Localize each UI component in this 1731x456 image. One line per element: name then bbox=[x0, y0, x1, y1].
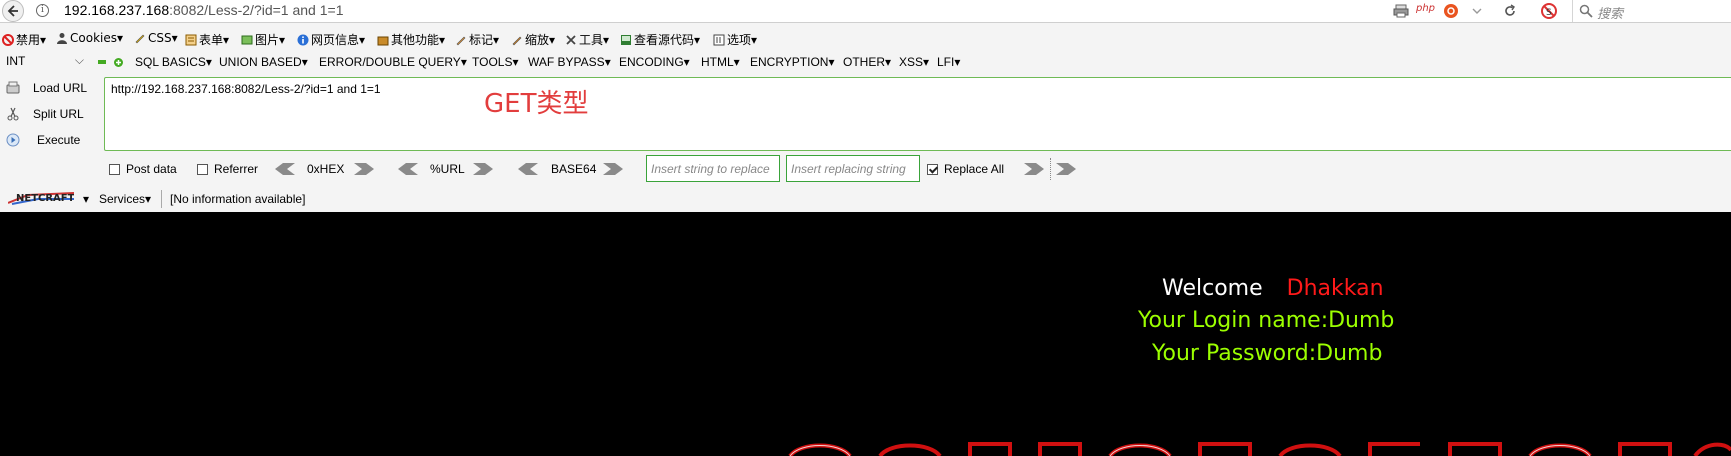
arrow-left-icon[interactable] bbox=[396, 162, 420, 176]
split-url-button[interactable]: Split URL bbox=[0, 104, 96, 124]
scissors-icon bbox=[7, 107, 19, 121]
toolbox-icon bbox=[377, 36, 389, 46]
menu-css[interactable]: CSS▾ bbox=[134, 31, 178, 47]
menu-outline[interactable]: 标记▾ bbox=[455, 31, 499, 47]
welcome-name: Dhakkan bbox=[1286, 276, 1384, 301]
post-data-checkbox[interactable]: Post data bbox=[109, 162, 177, 176]
hackbar-error-double-query[interactable]: ERROR/DOUBLE QUERY▾ bbox=[319, 55, 467, 69]
arrow-right-icon[interactable] bbox=[1022, 162, 1046, 176]
pencil-icon bbox=[512, 36, 522, 46]
hackbar-tools[interactable]: TOOLS▾ bbox=[472, 55, 519, 69]
user-icon bbox=[57, 33, 67, 44]
ubuntu-icon[interactable] bbox=[1443, 3, 1459, 19]
hackbar-xss[interactable]: XSS▾ bbox=[899, 55, 929, 69]
arrow-right-icon[interactable] bbox=[471, 162, 495, 176]
welcome-line: Welcome Dhakkan bbox=[1162, 276, 1384, 301]
menu-page-info[interactable]: 网页信息▾ bbox=[297, 31, 365, 47]
url-path: :8082/Less-2/?id=1 and 1=1 bbox=[169, 2, 344, 18]
php-icon[interactable]: php bbox=[1416, 3, 1435, 19]
divider bbox=[1050, 158, 1052, 180]
source-icon bbox=[621, 35, 631, 45]
reload-icon[interactable] bbox=[1502, 3, 1518, 19]
menu-misc[interactable]: 其他功能▾ bbox=[377, 31, 445, 47]
back-arrow-icon bbox=[7, 5, 18, 17]
search-input[interactable]: 搜索 bbox=[1572, 0, 1731, 22]
get-type-annotation: GET类型 bbox=[484, 89, 589, 119]
hackbar-menu: SQL BASICS▾ UNION BASED▾ ERROR/DOUBLE QU… bbox=[0, 53, 1731, 69]
arrow-right-icon[interactable] bbox=[352, 162, 376, 176]
hackbar-encoding[interactable]: ENCODING▾ bbox=[619, 55, 690, 69]
wrench-icon bbox=[566, 35, 576, 45]
image-icon bbox=[241, 35, 253, 45]
menu-options[interactable]: 选项▾ bbox=[713, 31, 757, 47]
load-url-button[interactable]: Load URL bbox=[0, 78, 96, 98]
arrow-left-icon[interactable] bbox=[516, 162, 540, 176]
search-icon bbox=[1579, 4, 1593, 18]
noscript-icon[interactable]: S bbox=[1541, 3, 1557, 19]
divider bbox=[161, 190, 162, 208]
replace-all-checkbox[interactable]: Replace All bbox=[927, 162, 1004, 176]
netcraft-logo[interactable]: NETCRAFT bbox=[8, 191, 74, 205]
play-icon bbox=[6, 133, 20, 147]
search-placeholder: 搜索 bbox=[1597, 7, 1624, 22]
menu-forms[interactable]: 表单▾ bbox=[185, 31, 229, 47]
browser-chrome: i 192.168.237.168:8082/Less-2/?id=1 and … bbox=[0, 0, 1731, 212]
services-menu[interactable]: Services▾ bbox=[99, 192, 151, 206]
menu-cookies[interactable]: Cookies▾ bbox=[56, 31, 123, 47]
pencil-icon bbox=[135, 34, 145, 44]
password-text: Your Password:Dumb bbox=[1152, 341, 1383, 366]
hex-label: 0xHEX bbox=[307, 162, 345, 176]
url-display[interactable]: 192.168.237.168:8082/Less-2/?id=1 and 1=… bbox=[64, 2, 343, 18]
hackbar-encryption[interactable]: ENCRYPTION▾ bbox=[750, 55, 835, 69]
hackbar-lfi[interactable]: LFI▾ bbox=[937, 55, 960, 69]
base64-label: BASE64 bbox=[551, 162, 597, 176]
arrow-left-icon[interactable] bbox=[273, 162, 297, 176]
insert-string-input[interactable]: Insert string to replace bbox=[646, 155, 780, 182]
netcraft-info: [No information available] bbox=[170, 192, 306, 206]
form-icon bbox=[185, 34, 197, 46]
arrow-right-icon[interactable] bbox=[601, 162, 625, 176]
replacing-string-input[interactable]: Insert replacing string bbox=[786, 155, 920, 182]
hackbar-html[interactable]: HTML▾ bbox=[701, 55, 740, 69]
netcraft-dropdown[interactable]: ▾ bbox=[83, 192, 89, 206]
info-icon bbox=[297, 34, 309, 46]
svg-text:S: S bbox=[1546, 8, 1552, 18]
netcraft-toolbar: NETCRAFT ▾ Services▾ [No information ava… bbox=[0, 188, 1731, 210]
menu-view-source[interactable]: 查看源代码▾ bbox=[620, 31, 700, 47]
printer-icon[interactable] bbox=[1393, 3, 1409, 19]
address-bar: i 192.168.237.168:8082/Less-2/?id=1 and … bbox=[0, 0, 1731, 23]
arrow-right-icon[interactable] bbox=[1054, 162, 1078, 176]
welcome-text: Welcome bbox=[1162, 276, 1263, 301]
menu-resize[interactable]: 缩放▾ bbox=[511, 31, 555, 47]
dropdown-arrow-icon[interactable] bbox=[1471, 3, 1483, 19]
hackbar-url-textarea[interactable]: http://192.168.237.168:8082/Less-2/?id=1… bbox=[104, 77, 1731, 151]
hackbar-waf-bypass[interactable]: WAF BYPASS▾ bbox=[528, 55, 611, 69]
referrer-checkbox[interactable]: Referrer bbox=[197, 162, 258, 176]
page-content: Welcome Dhakkan Your Login name:Dumb Your… bbox=[0, 212, 1731, 456]
svg-text:NETCRAFT: NETCRAFT bbox=[16, 193, 74, 204]
hackbar-url-value: http://192.168.237.168:8082/Less-2/?id=1… bbox=[111, 82, 381, 96]
load-url-icon bbox=[6, 81, 20, 94]
site-info-icon[interactable]: i bbox=[36, 4, 49, 17]
hackbar-union-based[interactable]: UNION BASED▾ bbox=[219, 55, 308, 69]
disable-icon bbox=[2, 34, 14, 46]
hackbar-sql-basics[interactable]: SQL BASICS▾ bbox=[135, 55, 212, 69]
execute-button[interactable]: Execute bbox=[0, 130, 96, 150]
back-button[interactable] bbox=[2, 0, 24, 22]
menu-images[interactable]: 图片▾ bbox=[241, 31, 285, 47]
webdev-toolbar: 禁用▾ Cookies▾ CSS▾ 表单▾ 图片▾ 网页信息▾ 其他功能▾ 标记… bbox=[0, 29, 1731, 49]
title-banner-image bbox=[788, 442, 1731, 456]
hackbar-other[interactable]: OTHER▾ bbox=[843, 55, 891, 69]
menu-tools[interactable]: 工具▾ bbox=[565, 31, 609, 47]
login-name-text: Your Login name:Dumb bbox=[1138, 308, 1395, 333]
pencil-icon bbox=[456, 36, 466, 46]
url-encode-label: %URL bbox=[430, 162, 465, 176]
url-host: 192.168.237.168 bbox=[64, 2, 170, 18]
menu-disable[interactable]: 禁用▾ bbox=[2, 31, 46, 47]
options-icon bbox=[713, 34, 725, 46]
